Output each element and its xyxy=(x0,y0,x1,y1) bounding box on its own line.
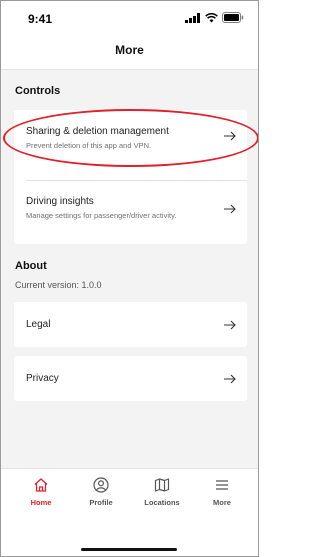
item-title: Legal xyxy=(26,319,51,330)
about-section-title: About xyxy=(15,260,47,272)
battery-icon xyxy=(222,12,244,23)
phone-frame: 9:41 More Controls Sharing & deletion ma… xyxy=(0,0,259,557)
tab-bar: Home Profile Locations More xyxy=(1,468,258,556)
tab-label: More xyxy=(213,498,231,507)
arrow-right-icon xyxy=(224,204,236,214)
arrow-right-icon xyxy=(224,320,236,330)
tab-label: Home xyxy=(30,498,52,507)
arrow-right-icon xyxy=(224,374,236,384)
version-text: Current version: 1.0.0 xyxy=(15,280,102,290)
wifi-icon xyxy=(205,12,218,22)
page-title: More xyxy=(115,43,144,57)
privacy-item[interactable]: Privacy xyxy=(14,356,247,401)
tab-more[interactable]: More xyxy=(192,477,252,507)
tab-locations[interactable]: Locations xyxy=(132,477,192,507)
item-subtitle: Prevent deletion of this app and VPN. xyxy=(26,141,152,150)
item-title: Privacy xyxy=(26,373,59,384)
legal-item[interactable]: Legal xyxy=(14,302,247,347)
menu-icon xyxy=(216,480,228,490)
status-icons xyxy=(185,12,244,23)
home-indicator xyxy=(81,548,177,551)
header: More xyxy=(1,37,258,70)
home-icon xyxy=(34,478,48,492)
tab-label: Locations xyxy=(144,498,180,507)
tab-profile[interactable]: Profile xyxy=(71,477,131,507)
profile-icon xyxy=(93,477,109,493)
tab-label: Profile xyxy=(89,498,113,507)
tab-home[interactable]: Home xyxy=(11,477,71,507)
item-title: Sharing & deletion management xyxy=(26,126,169,137)
cellular-signal-icon xyxy=(185,12,200,23)
controls-card: Sharing & deletion management Prevent de… xyxy=(14,110,247,244)
controls-section-title: Controls xyxy=(15,85,61,97)
driving-insights-item[interactable]: Driving insights Manage settings for pas… xyxy=(14,181,247,244)
item-subtitle: Manage settings for passenger/driver act… xyxy=(26,211,177,220)
status-time: 9:41 xyxy=(28,12,53,26)
status-bar: 9:41 xyxy=(1,1,258,37)
main-content: Controls Sharing & deletion management P… xyxy=(1,70,258,469)
sharing-deletion-item[interactable]: Sharing & deletion management Prevent de… xyxy=(14,110,247,180)
arrow-right-icon xyxy=(224,131,236,141)
item-title: Driving insights xyxy=(26,196,94,207)
map-icon xyxy=(154,478,170,492)
